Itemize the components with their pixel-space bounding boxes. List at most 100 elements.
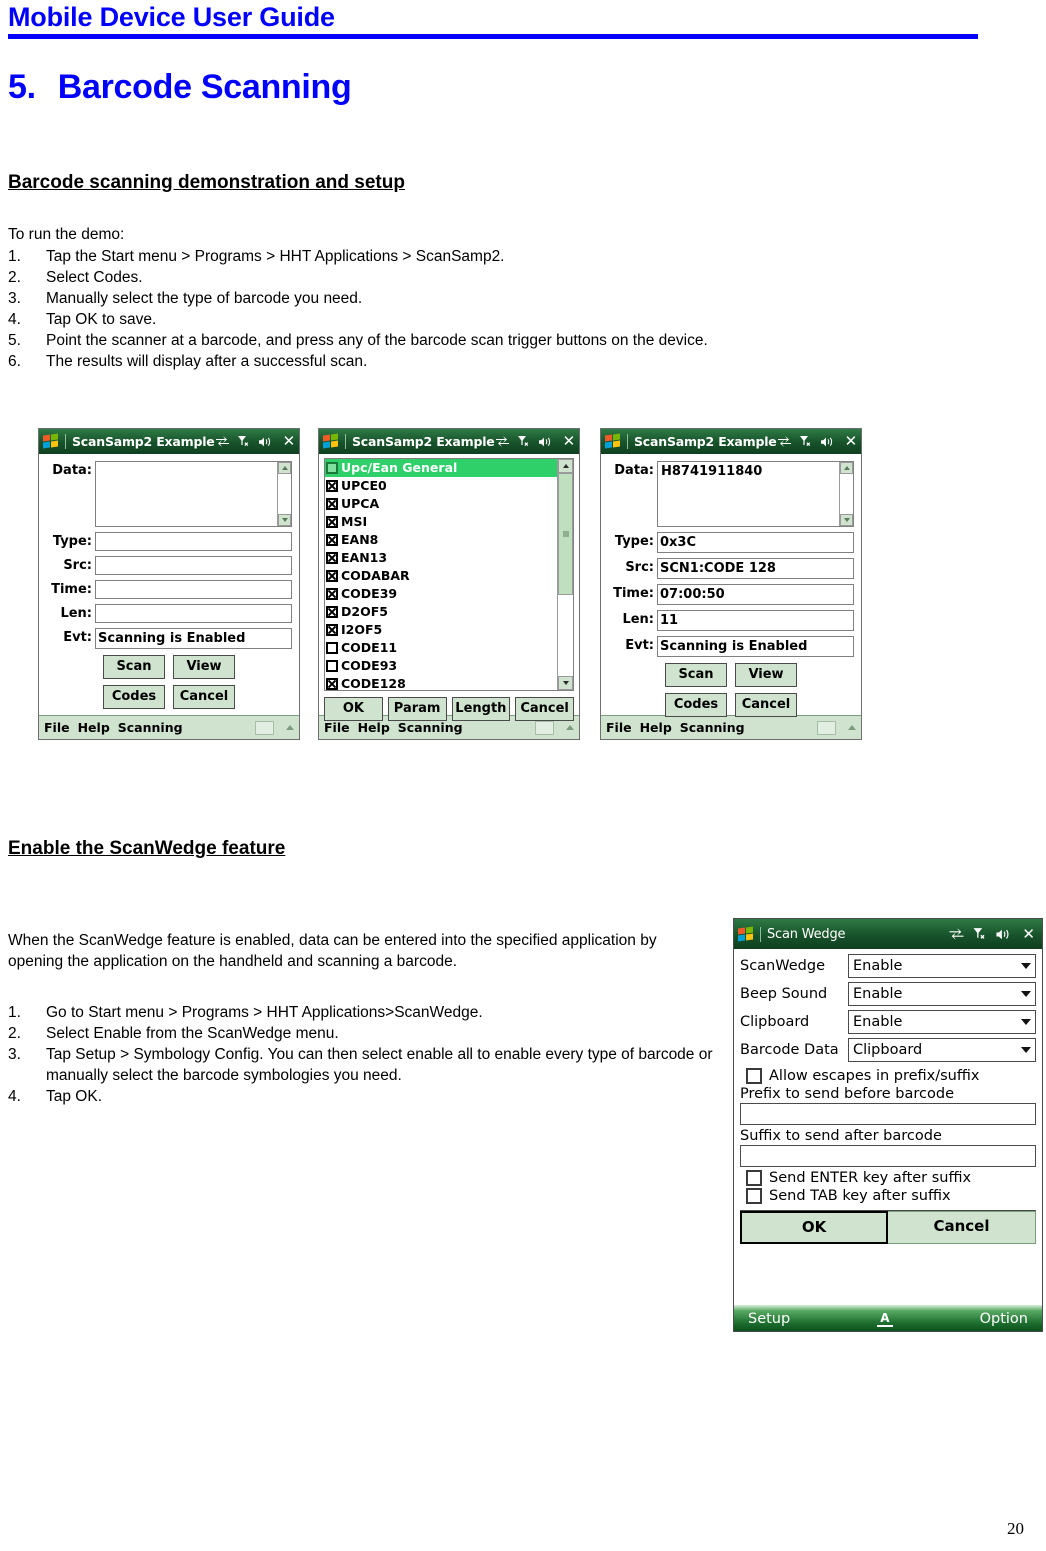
close-icon[interactable]: ✕ <box>283 434 296 449</box>
type-input[interactable] <box>95 532 292 551</box>
src-input[interactable] <box>95 556 292 575</box>
scroll-track[interactable] <box>558 473 573 676</box>
keyboard-icon[interactable] <box>817 720 836 735</box>
scanwedge-select[interactable]: Enable <box>848 954 1036 978</box>
list-item[interactable]: EAN8 <box>325 531 557 549</box>
cancel-button[interactable]: Cancel <box>735 693 797 717</box>
checkbox-icon[interactable] <box>326 588 338 600</box>
setup-button[interactable]: Setup <box>748 1311 790 1327</box>
length-button[interactable]: Length <box>451 697 511 721</box>
list-item[interactable]: MSI <box>325 513 557 531</box>
list-item[interactable]: UPCE0 <box>325 477 557 495</box>
evt-input[interactable]: Scanning is Enabled <box>95 628 292 649</box>
checkbox-icon[interactable] <box>326 534 338 546</box>
scan-button[interactable]: Scan <box>103 655 165 679</box>
sip-button[interactable]: A <box>790 1310 979 1327</box>
checkbox-icon[interactable] <box>326 516 338 528</box>
send-enter-row[interactable]: Send ENTER key after suffix <box>740 1170 1036 1186</box>
list-item[interactable]: CODE128 <box>325 675 557 690</box>
checkbox-icon[interactable] <box>326 606 338 618</box>
view-button[interactable]: View <box>173 655 235 679</box>
list-item[interactable]: UPCA <box>325 495 557 513</box>
data-textarea[interactable] <box>95 461 292 527</box>
menu-scanning[interactable]: Scanning <box>680 720 745 735</box>
time-input[interactable] <box>95 580 292 599</box>
scroll-up-icon[interactable] <box>558 459 573 473</box>
scrollbar[interactable] <box>839 462 853 526</box>
keyboard-icon[interactable] <box>255 720 274 735</box>
type-input[interactable]: 0x3C <box>657 532 854 553</box>
scroll-up-icon[interactable] <box>840 462 853 474</box>
list-item[interactable]: CODABAR <box>325 567 557 585</box>
scroll-down-icon[interactable] <box>840 514 853 526</box>
option-button[interactable]: Option <box>980 1311 1028 1327</box>
data-textarea[interactable]: H8741911840 <box>657 461 854 527</box>
chevron-down-icon[interactable] <box>1021 1047 1031 1053</box>
cancel-button[interactable]: Cancel <box>173 685 235 709</box>
send-enter-checkbox[interactable] <box>746 1170 762 1186</box>
group-checkbox-icon[interactable] <box>326 462 338 474</box>
menu-file[interactable]: File <box>606 720 632 735</box>
list-item[interactable]: CODE39 <box>325 585 557 603</box>
allow-escapes-row[interactable]: Allow escapes in prefix/suffix <box>740 1068 1036 1084</box>
codes-button[interactable]: Codes <box>665 693 727 717</box>
cancel-button[interactable]: Cancel <box>515 697 574 721</box>
menu-help[interactable]: Help <box>78 720 110 735</box>
send-tab-row[interactable]: Send TAB key after suffix <box>740 1188 1036 1204</box>
view-button[interactable]: View <box>735 663 797 687</box>
scroll-down-icon[interactable] <box>558 676 573 690</box>
send-tab-checkbox[interactable] <box>746 1188 762 1204</box>
ok-button[interactable]: OK <box>740 1211 888 1244</box>
symbology-list[interactable]: Upc/Ean General UPCE0 UPCA MSI EAN8 EAN1… <box>324 458 574 691</box>
scroll-up-icon[interactable] <box>278 462 291 474</box>
checkbox-icon[interactable] <box>326 480 338 492</box>
menu-help[interactable]: Help <box>358 720 390 735</box>
ok-button[interactable]: OK <box>324 697 383 721</box>
time-input[interactable]: 07:00:50 <box>657 584 854 605</box>
checkbox-icon[interactable] <box>326 552 338 564</box>
chevron-down-icon[interactable] <box>1021 1019 1031 1025</box>
list-item[interactable]: I2OF5 <box>325 621 557 639</box>
list-item[interactable]: D2OF5 <box>325 603 557 621</box>
scan-button[interactable]: Scan <box>665 663 727 687</box>
len-input[interactable] <box>95 604 292 623</box>
clipboard-select[interactable]: Enable <box>848 1010 1036 1034</box>
keyboard-icon[interactable] <box>535 720 554 735</box>
scrollbar[interactable] <box>277 462 291 526</box>
close-icon[interactable]: ✕ <box>563 434 576 449</box>
scrollbar[interactable] <box>557 459 573 690</box>
list-item[interactable]: Upc/Ean General <box>325 459 557 477</box>
close-icon[interactable]: ✕ <box>845 434 858 449</box>
checkbox-icon[interactable] <box>326 624 338 636</box>
list-item[interactable]: CODE11 <box>325 639 557 657</box>
menu-help[interactable]: Help <box>640 720 672 735</box>
suffix-input[interactable] <box>740 1145 1036 1167</box>
chevron-down-icon[interactable] <box>1021 963 1031 969</box>
checkbox-icon[interactable] <box>326 570 338 582</box>
scroll-thumb[interactable] <box>558 473 573 595</box>
checkbox-icon[interactable] <box>326 678 338 690</box>
chevron-up-icon[interactable] <box>848 725 856 730</box>
beep-sound-select[interactable]: Enable <box>848 982 1036 1006</box>
scroll-down-icon[interactable] <box>278 514 291 526</box>
chevron-up-icon[interactable] <box>286 725 294 730</box>
param-button[interactable]: Param <box>387 697 447 721</box>
checkbox-icon[interactable] <box>326 498 338 510</box>
src-input[interactable]: SCN1:CODE 128 <box>657 558 854 579</box>
checkbox-icon[interactable] <box>326 660 338 672</box>
list-item[interactable]: EAN13 <box>325 549 557 567</box>
menu-file[interactable]: File <box>324 720 350 735</box>
chevron-down-icon[interactable] <box>1021 991 1031 997</box>
barcode-data-select[interactable]: Clipboard <box>848 1038 1036 1062</box>
prefix-input[interactable] <box>740 1103 1036 1125</box>
menu-scanning[interactable]: Scanning <box>118 720 183 735</box>
codes-button[interactable]: Codes <box>103 685 165 709</box>
menu-file[interactable]: File <box>44 720 70 735</box>
close-icon[interactable]: ✕ <box>1022 926 1035 942</box>
allow-escapes-checkbox[interactable] <box>746 1068 762 1084</box>
list-item[interactable]: CODE93 <box>325 657 557 675</box>
checkbox-icon[interactable] <box>326 642 338 654</box>
len-input[interactable]: 11 <box>657 610 854 631</box>
menu-scanning[interactable]: Scanning <box>398 720 463 735</box>
chevron-up-icon[interactable] <box>566 725 574 730</box>
